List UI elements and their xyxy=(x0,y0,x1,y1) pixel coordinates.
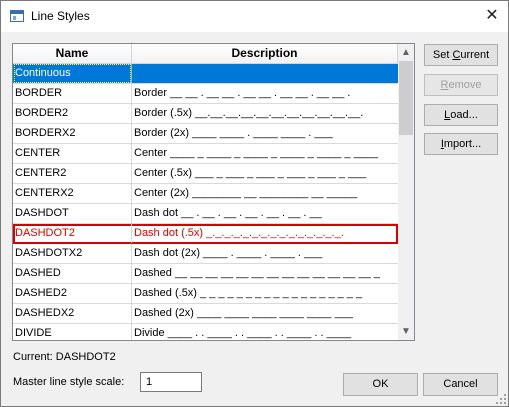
close-icon[interactable]: ✕ xyxy=(476,1,508,32)
scroll-up-icon[interactable]: ▲ xyxy=(398,44,414,61)
row-name: DASHED2 xyxy=(15,287,67,299)
ok-button[interactable]: OK xyxy=(343,373,418,396)
row-name: DIVIDE xyxy=(15,327,52,339)
column-divider xyxy=(131,164,132,183)
row-description: Dashed (.5x) _ _ _ _ _ _ _ _ _ _ _ _ _ _… xyxy=(134,287,363,299)
table-row[interactable]: BORDER2 Border (.5x) __.__.__.__.__.__.__… xyxy=(13,104,398,124)
row-name: DASHDOT2 xyxy=(15,227,75,239)
table-row[interactable]: DASHDOTX2 Dash dot (2x) ____ . ____ . ___… xyxy=(13,244,398,264)
row-description: Center (2x) ________ __ ________ __ ____… xyxy=(134,187,358,199)
column-divider xyxy=(131,184,132,203)
column-divider xyxy=(131,104,132,123)
row-description: Center ____ _ ____ _ ____ _ ____ _ ____ … xyxy=(134,147,379,159)
column-divider xyxy=(131,284,132,303)
table-row[interactable]: Continuous xyxy=(13,64,398,84)
column-header-name[interactable]: Name xyxy=(13,44,132,63)
line-styles-table[interactable]: Name Description Continuous BORDER Border … xyxy=(12,43,415,341)
scale-label: Master line style scale: xyxy=(13,376,125,388)
column-divider xyxy=(131,304,132,323)
table-row[interactable]: DASHEDX2 Dashed (2x) ____ ____ ____ ____ … xyxy=(13,304,398,324)
row-description xyxy=(134,64,396,83)
window-icon xyxy=(10,10,24,22)
column-header-description[interactable]: Description xyxy=(132,44,398,63)
set-current-button[interactable]: Set Current xyxy=(424,44,498,66)
table-row[interactable]: DIVIDE Divide ____ . . ____ . . ____ . . … xyxy=(13,324,398,340)
scroll-down-icon[interactable]: ▼ xyxy=(398,323,414,340)
row-description: Dashed (2x) ____ ____ ____ ____ ____ ___ xyxy=(134,307,353,319)
column-divider xyxy=(131,124,132,143)
column-divider xyxy=(131,84,132,103)
table-row[interactable]: CENTER2 Center (.5x) ___ _ ___ _ ___ _ __… xyxy=(13,164,398,184)
column-divider xyxy=(131,264,132,283)
current-style-label: Current: DASHDOT2 xyxy=(13,351,116,363)
title-bar: Line Styles ✕ xyxy=(1,1,508,32)
row-name: Continuous xyxy=(14,64,131,83)
row-description: Dash dot (2x) ____ . ____ . ____ . ___ xyxy=(134,247,323,259)
column-divider xyxy=(131,144,132,163)
row-description: Divide ____ . . ____ . . ____ . . ____ .… xyxy=(134,327,352,339)
row-description: Border (2x) ____ ____ . ____ ____ . ___ xyxy=(134,127,333,139)
vertical-scrollbar[interactable]: ▲ ▼ xyxy=(398,44,414,340)
table-row[interactable]: DASHED Dashed __ __ __ __ __ __ __ __ __ … xyxy=(13,264,398,284)
table-row[interactable]: CENTER Center ____ _ ____ _ ____ _ ____ _… xyxy=(13,144,398,164)
load-button[interactable]: Load... xyxy=(424,104,498,126)
scroll-thumb[interactable] xyxy=(399,61,413,135)
remove-button[interactable]: Remove xyxy=(424,74,498,96)
cancel-button[interactable]: Cancel xyxy=(423,373,498,396)
column-divider xyxy=(131,64,132,83)
row-name: BORDER xyxy=(15,87,63,99)
column-divider xyxy=(131,244,132,263)
table-row[interactable]: BORDER Border __ __ . __ __ . __ __ . __ … xyxy=(13,84,398,104)
row-name: DASHED xyxy=(15,267,61,279)
row-description: Border __ __ . __ __ . __ __ . __ __ . _… xyxy=(134,87,351,99)
table-body: Continuous BORDER Border __ __ . __ __ . _… xyxy=(13,64,398,340)
window-title: Line Styles xyxy=(31,9,90,23)
row-name: CENTER xyxy=(15,147,61,159)
row-name: DASHDOT xyxy=(15,207,69,219)
row-description: Border (.5x) __.__.__.__.__.__.__.__.__.… xyxy=(134,107,364,119)
table-row[interactable]: DASHED2 Dashed (.5x) _ _ _ _ _ _ _ _ _ _ … xyxy=(13,284,398,304)
row-description: Dash dot __ . __ . __ . __ . __ . __ . _… xyxy=(134,207,322,219)
row-description: Dash dot (.5x) _._._._._._._._._._._._._… xyxy=(134,227,344,239)
table-row[interactable]: CENTERX2 Center (2x) ________ __ ________… xyxy=(13,184,398,204)
column-divider xyxy=(131,224,132,243)
column-divider xyxy=(131,204,132,223)
row-description: Dashed __ __ __ __ __ __ __ __ __ __ __ … xyxy=(134,267,380,279)
table-header: Name Description xyxy=(13,44,398,64)
line-style-scale-input[interactable]: 1 xyxy=(140,372,202,392)
table-row[interactable]: DASHDOT Dash dot __ . __ . __ . __ . __ .… xyxy=(13,204,398,224)
row-name: BORDER2 xyxy=(15,107,69,119)
row-name: DASHDOTX2 xyxy=(15,247,83,259)
import-button[interactable]: Import... xyxy=(424,133,498,155)
row-name: DASHEDX2 xyxy=(15,307,75,319)
line-styles-dialog: Line Styles ✕ Name Description Continuou… xyxy=(0,0,509,407)
resize-grip-icon[interactable] xyxy=(496,394,506,404)
row-name: CENTER2 xyxy=(15,167,67,179)
row-name: CENTERX2 xyxy=(15,187,74,199)
table-row[interactable]: BORDERX2 Border (2x) ____ ____ . ____ ___… xyxy=(13,124,398,144)
row-name: BORDERX2 xyxy=(15,127,76,139)
column-divider xyxy=(131,324,132,340)
row-description: Center (.5x) ___ _ ___ _ ___ _ ___ _ ___… xyxy=(134,167,367,179)
table-row[interactable]: DASHDOT2 Dash dot (.5x) _._._._._._._._._… xyxy=(13,224,398,244)
